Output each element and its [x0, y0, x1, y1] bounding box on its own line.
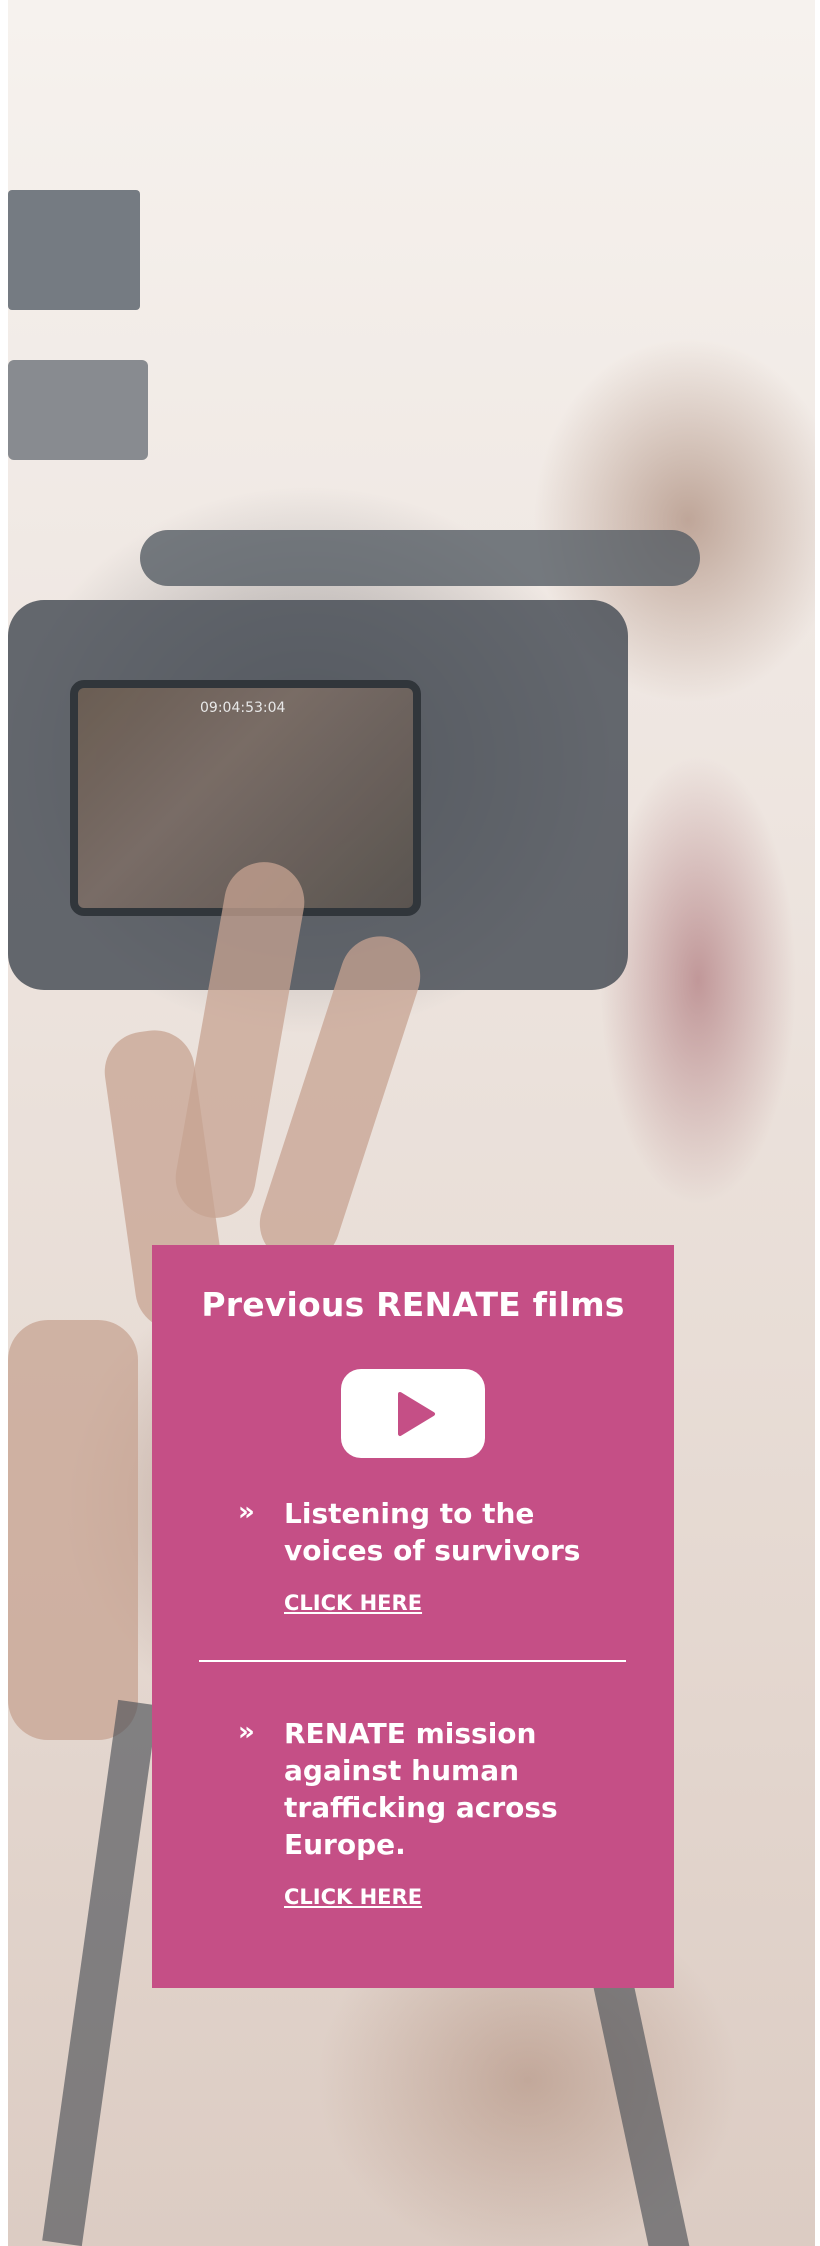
click-here-link[interactable]: CLICK HERE [284, 1885, 422, 1909]
camera-screen-timecode: 09:04:53:04 [200, 700, 286, 716]
card-title: Previous RENATE films [201, 1285, 625, 1324]
hand-image [8, 1320, 138, 1740]
previous-films-card: Previous RENATE films » Listening to the… [152, 1245, 674, 1988]
page: 09:04:53:04 Previous RENATE films » List… [0, 0, 820, 2246]
camera-arm-image [8, 360, 148, 460]
divider [199, 1660, 626, 1662]
click-here-link[interactable]: CLICK HERE [284, 1591, 422, 1615]
play-button[interactable] [341, 1369, 485, 1458]
left-edge [0, 0, 8, 2246]
double-chevron-right-icon: » [238, 1497, 255, 1527]
film-title: RENATE mission against human trafficking… [284, 1717, 558, 1861]
film-title: Listening to the voices of survivors [284, 1497, 581, 1567]
double-chevron-right-icon: » [238, 1717, 255, 1747]
camera-rail-image [140, 530, 700, 586]
right-edge [815, 0, 820, 2246]
camera-monitor-image [8, 190, 140, 310]
play-icon [398, 1392, 435, 1436]
